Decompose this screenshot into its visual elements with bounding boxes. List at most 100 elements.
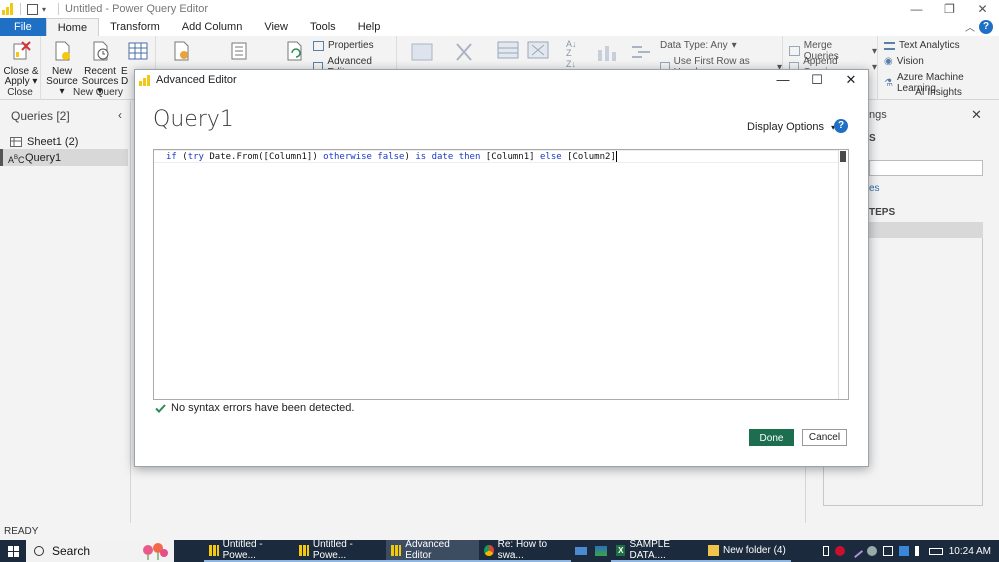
properties-button[interactable]: Properties bbox=[313, 40, 374, 51]
security-icon[interactable] bbox=[898, 546, 909, 556]
editor-vertical-scrollbar[interactable] bbox=[838, 150, 848, 399]
syntax-status: No syntax errors have been detected. bbox=[155, 402, 354, 414]
taskbar-app-folder[interactable]: New folder (4) bbox=[703, 540, 791, 562]
code-token: [Column1] bbox=[480, 152, 540, 162]
tab-file[interactable]: File bbox=[0, 18, 46, 36]
text-analytics-button[interactable]: Text Analytics bbox=[884, 40, 960, 51]
query-item-sheet1[interactable]: Sheet1 (2) bbox=[0, 133, 128, 150]
battery-icon[interactable] bbox=[928, 547, 943, 555]
taskbar-app-advanced-editor[interactable]: Advanced Editor bbox=[386, 539, 479, 562]
code-token: then bbox=[458, 152, 481, 162]
photo-icon bbox=[595, 546, 607, 556]
properties-label: Properties bbox=[328, 40, 374, 51]
remove-columns-icon[interactable] bbox=[453, 42, 475, 62]
dialog-close-button[interactable]: ✕ bbox=[834, 70, 868, 90]
group-by-icon[interactable] bbox=[630, 42, 652, 62]
text-cursor bbox=[615, 151, 617, 162]
query-item-label: Query1 bbox=[25, 151, 62, 164]
sort-ascending-icon[interactable]: A↓ Z bbox=[566, 40, 577, 58]
tab-add-column[interactable]: Add Column bbox=[171, 18, 254, 36]
applied-step-row[interactable] bbox=[869, 222, 983, 238]
display-options-dropdown[interactable]: Display Options ▾ bbox=[747, 121, 835, 133]
dialog-window-controls: — ☐ ✕ bbox=[766, 70, 868, 90]
taskbar-app-excel[interactable]: X SAMPLE DATA.... bbox=[611, 539, 703, 562]
save-icon[interactable] bbox=[27, 3, 38, 15]
done-button[interactable]: Done bbox=[749, 429, 794, 446]
refresh-preview-icon[interactable] bbox=[283, 40, 305, 62]
close-window-button[interactable]: ✕ bbox=[966, 0, 999, 18]
table-icon bbox=[128, 42, 148, 60]
help-icon[interactable]: ? bbox=[979, 20, 993, 34]
quick-access-dropdown-icon[interactable]: ▾ bbox=[42, 5, 46, 14]
window-title: Untitled - Power Query Editor bbox=[65, 3, 209, 15]
tab-tools[interactable]: Tools bbox=[299, 18, 347, 36]
settings-header-partial: ngs bbox=[869, 109, 887, 121]
power-bi-logo-icon bbox=[391, 544, 402, 556]
remove-rows-icon[interactable] bbox=[527, 40, 549, 60]
taskbar-keyboard-app[interactable] bbox=[571, 540, 591, 562]
choose-columns-icon[interactable] bbox=[411, 42, 433, 62]
mcafee-icon[interactable] bbox=[834, 546, 845, 556]
usb-icon[interactable] bbox=[822, 546, 829, 556]
vision-label: Vision bbox=[896, 56, 924, 67]
close-apply-button[interactable]: Close & Apply ▾ bbox=[3, 40, 39, 87]
dialog-title-bar[interactable]: Advanced Editor — ☐ ✕ bbox=[135, 70, 868, 90]
text-analytics-icon bbox=[884, 41, 895, 50]
split-column-icon[interactable] bbox=[596, 42, 618, 62]
collapse-panel-icon[interactable]: ‹ bbox=[118, 108, 122, 122]
dialog-maximize-button[interactable]: ☐ bbox=[800, 70, 834, 90]
folder-icon bbox=[708, 544, 719, 556]
cancel-button[interactable]: Cancel bbox=[802, 429, 847, 446]
tab-view[interactable]: View bbox=[253, 18, 299, 36]
taskbar-app-powerbi-2[interactable]: Untitled - Powe... bbox=[294, 539, 386, 562]
collapse-ribbon-icon[interactable]: ︿ bbox=[965, 19, 975, 34]
search-icon bbox=[34, 546, 44, 556]
data-source-settings-icon[interactable] bbox=[170, 40, 192, 62]
tab-transform[interactable]: Transform bbox=[99, 18, 171, 36]
windows-taskbar: Search Untitled - Powe... Untitled - Pow… bbox=[0, 539, 999, 562]
chevron-down-icon-3: ▾ bbox=[871, 45, 877, 57]
applied-steps-header-partial: TEPS bbox=[869, 207, 896, 218]
network-icon[interactable] bbox=[882, 546, 893, 556]
cloud-icon[interactable] bbox=[866, 546, 877, 556]
tab-help[interactable]: Help bbox=[347, 18, 392, 36]
clock[interactable]: 10:24 AM bbox=[949, 546, 991, 557]
tab-home[interactable]: Home bbox=[45, 18, 100, 36]
all-properties-link-partial[interactable]: es bbox=[869, 183, 880, 194]
editor-scroll-thumb[interactable] bbox=[840, 151, 846, 162]
start-button[interactable] bbox=[0, 540, 26, 562]
query-name-input[interactable] bbox=[869, 160, 983, 176]
taskbar-app-chrome[interactable]: Re: How to swa... bbox=[479, 539, 571, 562]
code-line-1[interactable]: if (try Date.From([Column1]) otherwise f… bbox=[166, 151, 617, 164]
dialog-help-icon[interactable]: ? bbox=[834, 119, 848, 133]
code-token: Date.From([Column1]) bbox=[203, 152, 324, 162]
close-apply-label-2: Apply ▾ bbox=[4, 76, 38, 87]
data-type-dropdown[interactable]: Data Type: Any ▾ bbox=[660, 40, 737, 51]
group-label-close: Close bbox=[7, 87, 33, 98]
taskbar-app-label: Untitled - Powe... bbox=[222, 539, 263, 561]
volume-icon[interactable] bbox=[914, 546, 923, 556]
ribbon-tabs: File Home Transform Add Column View Tool… bbox=[0, 18, 999, 36]
taskbar-image-app[interactable] bbox=[591, 540, 611, 562]
taskbar-search[interactable]: Search bbox=[26, 540, 174, 562]
minimize-button[interactable]: — bbox=[900, 0, 933, 18]
keep-rows-icon[interactable] bbox=[497, 40, 519, 60]
keyboard-icon bbox=[575, 547, 587, 555]
dialog-minimize-button[interactable]: — bbox=[766, 70, 800, 90]
code-editor[interactable]: if (try Date.From([Column1]) otherwise f… bbox=[153, 149, 849, 400]
group-label-ai-insights: AI Insights bbox=[915, 87, 962, 98]
app-title-bar: ▾ Untitled - Power Query Editor — ❐ ✕ bbox=[0, 0, 999, 18]
code-token: otherwise bbox=[323, 152, 372, 162]
vision-button[interactable]: ◉ Vision bbox=[884, 56, 924, 67]
window-controls: — ❐ ✕ bbox=[900, 0, 999, 18]
taskbar-search-label: Search bbox=[52, 544, 91, 558]
taskbar-app-powerbi-1[interactable]: Untitled - Powe... bbox=[204, 539, 294, 562]
restore-button[interactable]: ❐ bbox=[933, 0, 966, 18]
manage-parameters-icon[interactable] bbox=[228, 40, 250, 62]
code-token: is bbox=[415, 152, 427, 162]
query-item-query1[interactable]: ABC Query1 bbox=[0, 149, 128, 166]
title-separator-2 bbox=[58, 3, 60, 15]
pen-icon[interactable] bbox=[848, 543, 863, 559]
syntax-status-text: No syntax errors have been detected. bbox=[171, 402, 355, 414]
close-settings-icon[interactable]: ✕ bbox=[971, 107, 982, 123]
